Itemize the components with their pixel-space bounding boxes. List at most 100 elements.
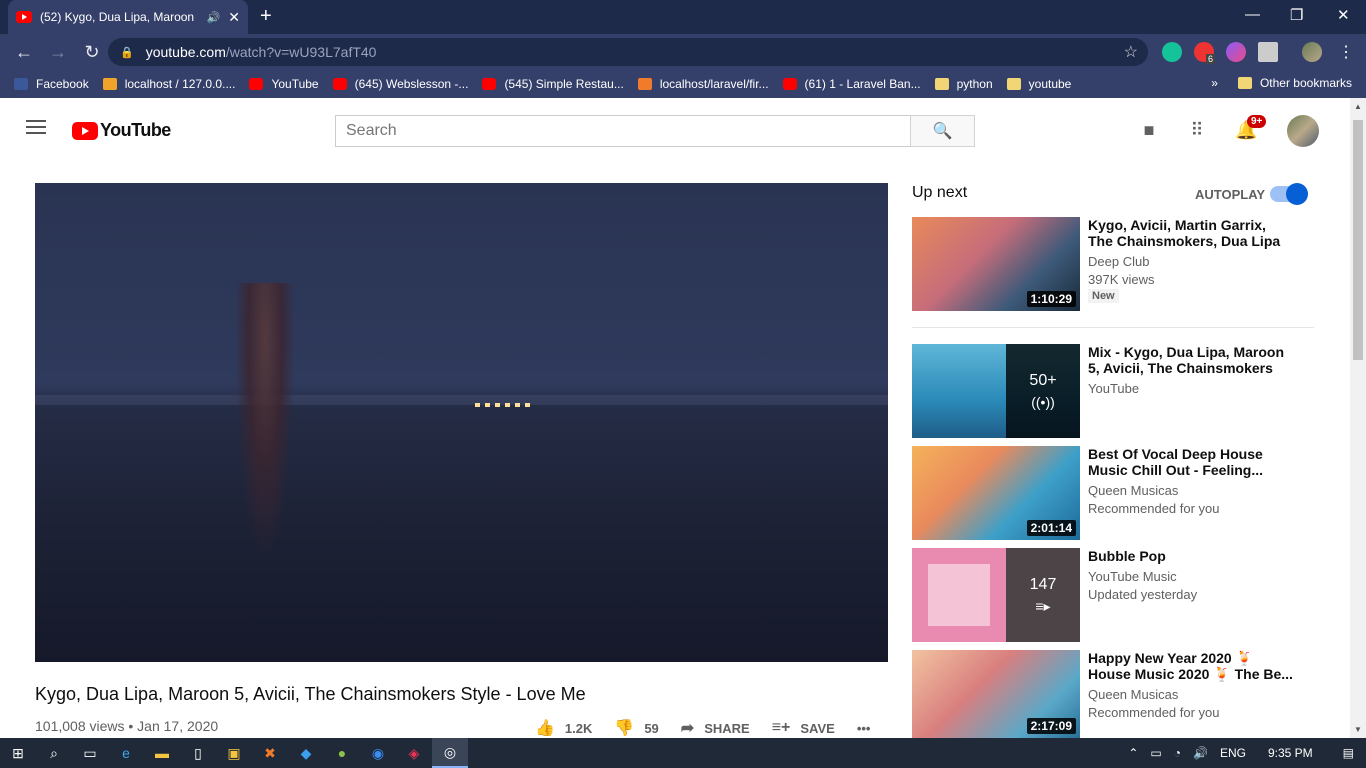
windows-start-icon[interactable]: ⊞	[0, 738, 36, 768]
search-button[interactable]: 🔍	[910, 115, 975, 147]
card-title[interactable]: Bubble Pop	[1088, 548, 1293, 564]
window-close-icon[interactable]: ✕	[1337, 6, 1350, 24]
vscode-icon[interactable]: ◆	[288, 738, 324, 768]
bookmark-simple-restaurant[interactable]: (545) Simple Restau...	[482, 77, 624, 91]
video-thumbnail[interactable]: 2:17:09	[912, 650, 1080, 738]
card-channel[interactable]: Queen Musicas	[1088, 483, 1178, 498]
bookmark-star-icon[interactable]: ☆	[1124, 42, 1138, 62]
tab-close-icon[interactable]: ✕	[228, 9, 240, 26]
create-video-icon[interactable]: ■	[1139, 120, 1159, 140]
chrome-taskbar-icon[interactable]: ◎	[432, 738, 468, 768]
playlist-overlay: 50+ ((•))	[1006, 344, 1080, 438]
minimize-icon[interactable]: —	[1245, 6, 1260, 23]
share-button[interactable]: ➦ SHARE	[681, 718, 750, 738]
hamburger-menu-icon[interactable]	[26, 120, 46, 134]
chrome-menu-icon[interactable]: ⋮	[1338, 42, 1354, 62]
mix-playlist-card[interactable]: 50+ ((•)) Mix - Kygo, Dua Lipa, Maroon 5…	[912, 344, 1322, 438]
video-meta: 101,008 views • Jan 17, 2020	[35, 718, 219, 734]
scrollbar-thumb[interactable]	[1353, 120, 1363, 360]
card-title[interactable]: Mix - Kygo, Dua Lipa, Maroon 5, Avicii, …	[1088, 344, 1293, 376]
speaker-icon[interactable]: 🔊	[207, 11, 221, 24]
browser-toolbar: ← → ↻ 🔒 youtube.com/watch?v=wU93L7afT40 …	[0, 34, 1366, 70]
browser-tab-active[interactable]: (52) Kygo, Dua Lipa, Maroon 🔊 ✕	[8, 0, 248, 34]
tray-chevron-icon[interactable]: ⌃	[1128, 746, 1138, 760]
system-tray: ⌃ ▭ ◔ 🔊 ENG 9:35 PM ▤	[1128, 738, 1366, 768]
playlist-thumbnail[interactable]: 147 ≡▸	[912, 548, 1080, 642]
share-arrow-icon: ➦	[680, 720, 695, 737]
video-thumbnail[interactable]: 1:10:29	[912, 217, 1080, 311]
youtube-play-logo-icon	[72, 121, 98, 140]
search-input[interactable]	[335, 115, 911, 147]
clock[interactable]: 9:35 PM	[1268, 746, 1313, 760]
video-duration: 2:17:09	[1026, 718, 1076, 734]
action-center-icon[interactable]: ▤	[1343, 746, 1354, 760]
filezilla-icon[interactable]: ◈	[396, 738, 432, 768]
bookmark-facebook[interactable]: Facebook	[14, 77, 89, 91]
video-duration: 2:01:14	[1026, 520, 1076, 536]
bookmark-folder-youtube[interactable]: youtube	[1006, 77, 1071, 91]
bookmark-localhost[interactable]: localhost / 127.0.0....	[102, 77, 235, 91]
playlist-add-icon: ≡+	[771, 719, 791, 736]
ms-app-icon[interactable]: ●	[324, 738, 360, 768]
card-channel[interactable]: YouTube	[1088, 381, 1139, 396]
card-title[interactable]: Happy New Year 2020 🍹 House Music 2020 🍹…	[1088, 650, 1293, 682]
up-next-video-card[interactable]: 2:01:14 Best Of Vocal Deep House Music C…	[912, 446, 1322, 540]
restore-icon[interactable]: ❐	[1290, 6, 1303, 24]
more-actions-button[interactable]: •••	[857, 721, 871, 736]
profile-avatar-icon[interactable]	[1302, 42, 1322, 62]
bookmark-laravel-ban[interactable]: (61) 1 - Laravel Ban...	[782, 77, 921, 91]
youtube-header: YouTube 🔍 ■ ⠿ 🔔 9+	[0, 98, 1350, 162]
dislike-button[interactable]: 👎 59	[614, 718, 658, 738]
card-channel[interactable]: YouTube Music	[1088, 569, 1177, 584]
card-views: 397K views	[1088, 272, 1155, 287]
new-tab-button[interactable]: +	[260, 6, 272, 26]
card-channel[interactable]: Deep Club	[1088, 254, 1149, 269]
apps-grid-icon[interactable]: ⠿	[1187, 120, 1207, 140]
search-icon: 🔍	[932, 123, 953, 140]
playlist-card[interactable]: 147 ≡▸ Bubble Pop YouTube Music Updated …	[912, 548, 1322, 642]
video-player[interactable]	[35, 183, 888, 662]
xampp-icon[interactable]: ✖	[252, 738, 288, 768]
bookmark-folder-python[interactable]: python	[934, 77, 993, 91]
extension-purple-icon[interactable]	[1226, 42, 1246, 62]
youtube-logo[interactable]: YouTube	[72, 120, 171, 141]
account-avatar[interactable]	[1287, 115, 1319, 147]
page-scrollbar[interactable]: ▲ ▼	[1350, 98, 1366, 738]
bookmark-webslesson[interactable]: (645) Webslesson -...	[332, 77, 468, 91]
notepad-icon[interactable]: ▯	[180, 738, 216, 768]
video-thumbnail[interactable]: 2:01:14	[912, 446, 1080, 540]
save-button[interactable]: ≡+ SAVE	[772, 719, 835, 737]
search-icon[interactable]: ⌕	[36, 738, 72, 768]
bookmark-localhost-laravel[interactable]: localhost/laravel/fir...	[637, 77, 769, 91]
battery-icon[interactable]: ▭	[1150, 746, 1161, 760]
file-explorer-icon[interactable]: ▬	[144, 738, 180, 768]
grammarly-extension-icon[interactable]	[1162, 42, 1182, 62]
scroll-down-arrow-icon[interactable]: ▼	[1354, 725, 1362, 734]
youtube-icon	[482, 78, 497, 90]
wifi-icon[interactable]: ◔	[1174, 746, 1181, 760]
up-next-video-card[interactable]: 2:17:09 Happy New Year 2020 🍹 House Musi…	[912, 650, 1322, 738]
language-indicator[interactable]: ENG	[1220, 746, 1246, 760]
extension-v-icon[interactable]	[1258, 42, 1278, 62]
edge-icon[interactable]: e	[108, 738, 144, 768]
reload-icon[interactable]: ↻	[82, 42, 102, 63]
messenger-icon[interactable]: ◉	[360, 738, 396, 768]
like-button[interactable]: 👍 1.2K	[535, 718, 592, 738]
scroll-up-arrow-icon[interactable]: ▲	[1354, 102, 1362, 111]
autoplay-toggle[interactable]	[1270, 183, 1308, 205]
other-bookmarks[interactable]: Other bookmarks	[1237, 76, 1352, 90]
back-arrow-icon[interactable]: ←	[14, 42, 34, 63]
store-icon[interactable]: ▣	[216, 738, 252, 768]
card-channel[interactable]: Queen Musicas	[1088, 687, 1178, 702]
card-title[interactable]: Best Of Vocal Deep House Music Chill Out…	[1088, 446, 1293, 478]
volume-icon[interactable]: 🔊	[1193, 746, 1208, 760]
address-bar[interactable]: 🔒 youtube.com/watch?v=wU93L7afT40 ☆	[108, 38, 1148, 66]
card-title[interactable]: Kygo, Avicii, Martin Garrix, The Chainsm…	[1088, 217, 1293, 249]
new-badge: New	[1088, 289, 1119, 303]
bookmarks-overflow-button[interactable]: »	[1211, 76, 1218, 90]
up-next-video-card[interactable]: 1:10:29 Kygo, Avicii, Martin Garrix, The…	[912, 217, 1322, 311]
bookmark-youtube[interactable]: YouTube	[249, 77, 319, 91]
playlist-thumbnail[interactable]: 50+ ((•))	[912, 344, 1080, 438]
task-view-icon[interactable]: ▭	[72, 738, 108, 768]
forward-arrow-icon[interactable]: →	[48, 42, 68, 63]
